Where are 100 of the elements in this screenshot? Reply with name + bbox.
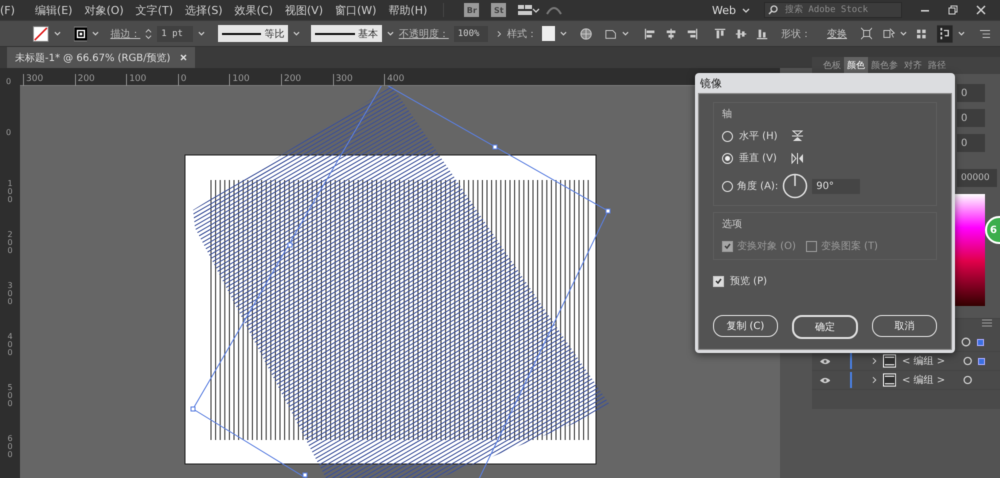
section-label: 选项 xyxy=(722,218,743,231)
stroke-swatch-icon[interactable] xyxy=(74,26,88,42)
layer-color-bar xyxy=(850,372,852,388)
caret-icon[interactable] xyxy=(900,31,908,36)
angle-field[interactable]: 90° xyxy=(812,178,860,194)
stroke-weight-field[interactable]: 1 pt xyxy=(157,26,194,42)
selection-indicator[interactable] xyxy=(977,338,984,346)
radio-button[interactable] xyxy=(722,130,733,142)
grid-icon[interactable] xyxy=(917,28,926,38)
opacity-field[interactable]: 100% xyxy=(454,26,488,42)
search-field[interactable]: 搜索 Adobe Stock xyxy=(764,2,902,18)
menu-item[interactable]: 效果(C) xyxy=(228,2,279,18)
stepper-icon[interactable] xyxy=(145,26,152,40)
caret-icon[interactable] xyxy=(293,31,300,36)
ruler-label: 600 xyxy=(6,433,14,461)
selection-indicator[interactable] xyxy=(978,358,985,364)
checkbox-label: 变换对象 (O) xyxy=(737,240,796,253)
menu-item[interactable]: 窗口(W) xyxy=(328,2,382,18)
menu-item[interactable]: 选择(S) xyxy=(179,2,229,18)
layer-name[interactable]: < 编组 > xyxy=(902,354,957,368)
caret-icon[interactable] xyxy=(198,31,205,36)
section-label: 轴 xyxy=(722,108,733,121)
layer-name[interactable]: < 编组 > xyxy=(902,373,957,387)
checkbox[interactable] xyxy=(713,276,724,286)
ruler-label: 300 xyxy=(6,280,14,308)
document-setup-icon[interactable] xyxy=(605,28,618,40)
variable-width-dropdown[interactable]: 等比 xyxy=(218,25,288,42)
layer-color-bar xyxy=(850,353,852,369)
caret-icon[interactable] xyxy=(54,31,61,36)
panel-tab[interactable]: 颜色 xyxy=(844,57,868,74)
align-icon[interactable] xyxy=(714,26,726,40)
style-swatch[interactable] xyxy=(542,26,555,41)
color-value-field[interactable]: 0 xyxy=(957,134,985,152)
eye-icon[interactable] xyxy=(820,358,830,364)
caret-icon[interactable] xyxy=(386,31,394,36)
close-icon[interactable] xyxy=(976,5,986,15)
stroke-label[interactable]: 描边： xyxy=(110,26,140,40)
restore-icon[interactable] xyxy=(948,5,958,15)
menu-icon[interactable] xyxy=(982,319,992,327)
caret-icon[interactable] xyxy=(560,31,567,36)
select-similar-icon[interactable] xyxy=(883,27,896,40)
workspace-switcher[interactable]: Web xyxy=(712,4,750,16)
color-value-field[interactable]: 0 xyxy=(957,84,985,102)
panel-tab[interactable]: 路径 xyxy=(925,57,949,74)
dialog-button[interactable]: 复制 (C) xyxy=(713,315,778,337)
menu-item[interactable]: 视图(V) xyxy=(278,2,329,18)
menu-icon[interactable] xyxy=(980,28,990,38)
menu-item[interactable]: 帮助(H) xyxy=(382,2,434,18)
dialog-button[interactable]: 取消 xyxy=(872,315,938,337)
align-icon[interactable] xyxy=(734,26,747,40)
radio-label[interactable]: 垂直 (V) xyxy=(739,151,777,165)
layer-thumbnail xyxy=(882,373,896,387)
fill-swatch-icon[interactable] xyxy=(33,24,49,42)
menu-item[interactable]: 编辑(E) xyxy=(28,2,78,18)
chevron-right-icon[interactable] xyxy=(496,30,502,38)
globe-icon[interactable] xyxy=(580,26,592,40)
stock-button[interactable]: St xyxy=(491,3,506,17)
caret-icon[interactable] xyxy=(958,31,965,36)
color-value-field[interactable]: 0 xyxy=(957,109,985,127)
align-icon[interactable] xyxy=(686,26,699,40)
menu-item[interactable]: 对象(O) xyxy=(78,2,130,18)
panel-tab[interactable]: 色板 xyxy=(820,57,844,74)
caret-icon[interactable] xyxy=(742,8,750,12)
checkbox-label: 预览 (P) xyxy=(730,275,768,288)
menu-item[interactable]: (F) xyxy=(0,4,21,16)
close-icon[interactable] xyxy=(180,54,188,61)
eye-icon[interactable] xyxy=(820,376,830,384)
caret-icon[interactable] xyxy=(622,31,630,36)
text-wrap-icon[interactable] xyxy=(937,24,953,44)
align-icon[interactable] xyxy=(665,26,678,40)
chevron-right-icon[interactable] xyxy=(872,357,877,365)
caret-icon[interactable] xyxy=(92,31,100,36)
radio-button[interactable] xyxy=(722,152,733,164)
brush-dropdown[interactable]: 基本 xyxy=(311,25,382,42)
dialog-button[interactable]: 确定 xyxy=(792,315,858,339)
align-icon[interactable] xyxy=(644,26,656,40)
flip-horizontal-axis-icon xyxy=(792,130,803,142)
angle-dial-icon[interactable] xyxy=(782,173,808,199)
dialog-title: 镜像 xyxy=(700,76,722,90)
radio-label[interactable]: 水平 (H) xyxy=(739,129,778,143)
hex-field[interactable]: 00000 xyxy=(957,169,997,187)
isolate-icon[interactable] xyxy=(861,27,872,40)
align-icon[interactable] xyxy=(756,26,768,40)
opacity-label[interactable]: 不透明度： xyxy=(398,26,449,40)
bridge-button[interactable]: Br xyxy=(464,3,480,17)
document-tab[interactable]: 未标题-1* @ 66.67% (RGB/预览) xyxy=(7,47,196,68)
ruler-label: 200 xyxy=(6,229,14,257)
shape-label: 形状： xyxy=(781,28,811,40)
panel-tab[interactable]: 颜色参 xyxy=(868,57,901,74)
menu-item[interactable]: 文字(T) xyxy=(130,2,180,18)
transform-button[interactable]: 变换 xyxy=(824,26,850,42)
caret-icon[interactable] xyxy=(532,8,540,12)
flip-vertical-axis-icon xyxy=(790,152,804,164)
radio-label[interactable]: 角度 (A): xyxy=(737,179,778,193)
chevron-right-icon[interactable] xyxy=(872,376,877,384)
panel-tab[interactable]: 对齐 xyxy=(901,57,925,74)
radio-button[interactable] xyxy=(722,180,733,192)
ruler-label: 100 xyxy=(6,178,14,206)
layout-icon[interactable] xyxy=(518,5,532,15)
color-spectrum[interactable] xyxy=(955,194,985,306)
